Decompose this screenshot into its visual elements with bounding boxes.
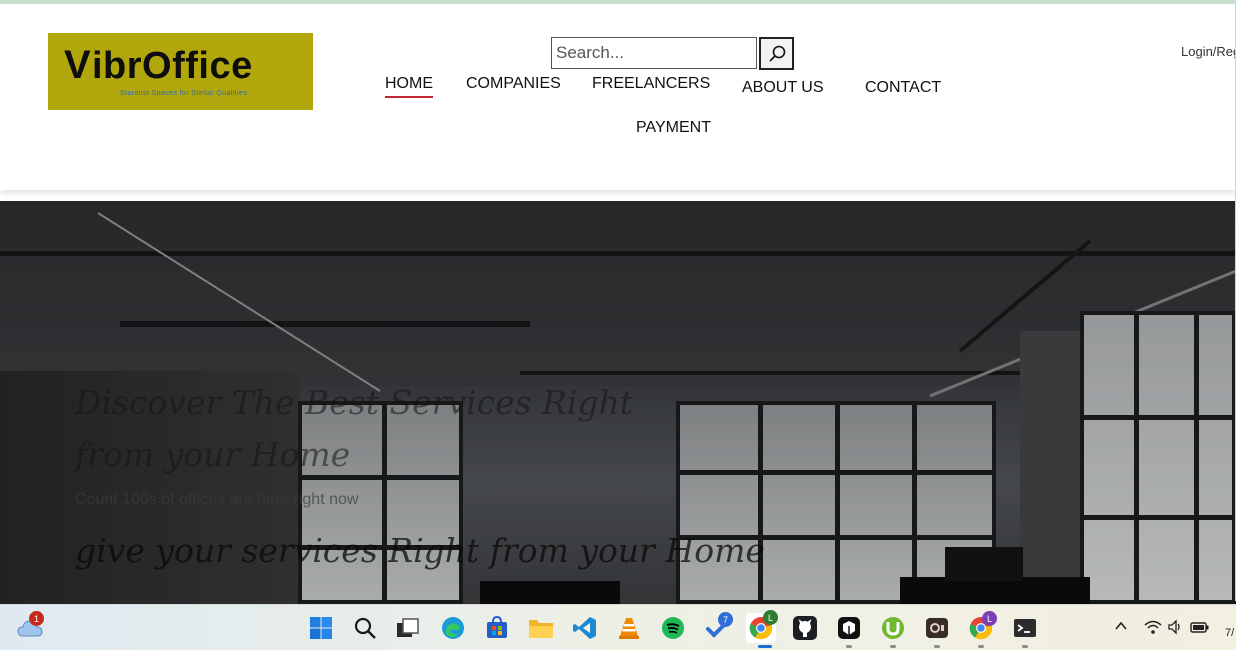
taskbar-vlc[interactable] <box>616 615 642 641</box>
active-indicator <box>758 645 772 648</box>
nav-about-us[interactable]: ABOUT US <box>742 79 824 97</box>
nav-freelancers[interactable]: FREELANCERS <box>592 75 710 93</box>
windows-start-icon <box>310 617 332 639</box>
volume-control[interactable] <box>1167 619 1183 638</box>
running-indicator <box>890 645 896 648</box>
logo-initial: V <box>64 43 91 87</box>
windows-taskbar: 1 7 L L 7/ <box>0 604 1236 650</box>
site-header: V ibrOffice Stardust Spaces for Stellar … <box>0 4 1236 190</box>
weather-widget[interactable]: 1 <box>17 611 44 641</box>
nav-contact[interactable]: CONTACT <box>865 79 941 97</box>
taskbar-utorrent[interactable] <box>880 615 906 641</box>
battery-status[interactable] <box>1190 619 1210 638</box>
weather-badge: 1 <box>29 611 44 626</box>
hero-secondary-title: give your services Right from your Home <box>75 531 765 570</box>
taskbar-vscode[interactable] <box>572 615 598 641</box>
taskbar-app-box[interactable] <box>836 615 862 641</box>
chrome-profile2-badge: L <box>982 611 997 626</box>
taskbar-store[interactable] <box>484 615 510 641</box>
taskbar-github[interactable] <box>792 615 818 641</box>
github-icon <box>793 616 817 640</box>
wifi-icon <box>1144 620 1162 634</box>
running-indicator <box>1022 645 1028 648</box>
todo-badge: 7 <box>718 612 733 627</box>
edge-icon <box>442 617 464 639</box>
start-button[interactable] <box>308 615 334 641</box>
vlc-cone-icon <box>619 618 639 639</box>
speaker-icon <box>1168 619 1180 635</box>
nav-payment[interactable]: PAYMENT <box>636 119 711 137</box>
terminal-icon <box>1014 619 1036 637</box>
taskbar-edge[interactable] <box>440 615 466 641</box>
hero-title: Discover The Best Services Right from yo… <box>75 383 634 474</box>
search-input[interactable] <box>551 37 757 69</box>
taskbar-search-button[interactable] <box>352 615 378 641</box>
taskbar-spotify[interactable] <box>660 615 686 641</box>
taskbar-chrome-active[interactable]: L <box>746 610 778 643</box>
taskbar-terminal[interactable] <box>1012 615 1038 641</box>
folder-icon <box>529 620 553 638</box>
running-indicator <box>846 645 852 648</box>
network-status[interactable] <box>1144 619 1162 638</box>
search-icon <box>354 617 376 639</box>
hero-section: Discover The Best Services Right from yo… <box>0 201 1236 604</box>
task-view-icon <box>397 618 419 637</box>
search-icon <box>768 45 785 62</box>
recorder-icon <box>926 618 948 638</box>
nav-home[interactable]: HOME <box>385 75 433 98</box>
tray-overflow-button[interactable] <box>1114 619 1128 636</box>
nav-companies[interactable]: COMPANIES <box>466 75 561 93</box>
logo-tagline: Stardust Spaces for Stellar Qualities <box>120 90 248 97</box>
taskbar-chrome-profile2[interactable]: L <box>968 611 997 641</box>
clock-date[interactable]: 7/ <box>1225 627 1234 639</box>
utorrent-icon <box>882 617 904 639</box>
taskbar-todo[interactable]: 7 <box>705 612 733 641</box>
vscode-icon <box>573 617 596 639</box>
search-button[interactable] <box>759 37 794 70</box>
task-view-button[interactable] <box>395 615 421 641</box>
chrome-profile-badge: L <box>763 610 778 625</box>
running-indicator <box>978 645 984 648</box>
logo-wordmark: ibrOffice <box>92 45 253 87</box>
running-indicator <box>934 645 940 648</box>
spotify-icon <box>662 617 684 639</box>
chevron-up-icon <box>1115 621 1127 630</box>
hero-subtitle: Count 100s of offices are here right now <box>75 491 359 508</box>
box-app-icon <box>838 617 860 639</box>
login-register-link[interactable]: Login/Reg <box>1181 44 1236 59</box>
taskbar-file-explorer[interactable] <box>528 615 554 641</box>
store-icon <box>487 616 507 638</box>
battery-icon <box>1190 622 1209 633</box>
site-logo[interactable]: V ibrOffice Stardust Spaces for Stellar … <box>48 33 313 110</box>
taskbar-recorder[interactable] <box>924 615 950 641</box>
